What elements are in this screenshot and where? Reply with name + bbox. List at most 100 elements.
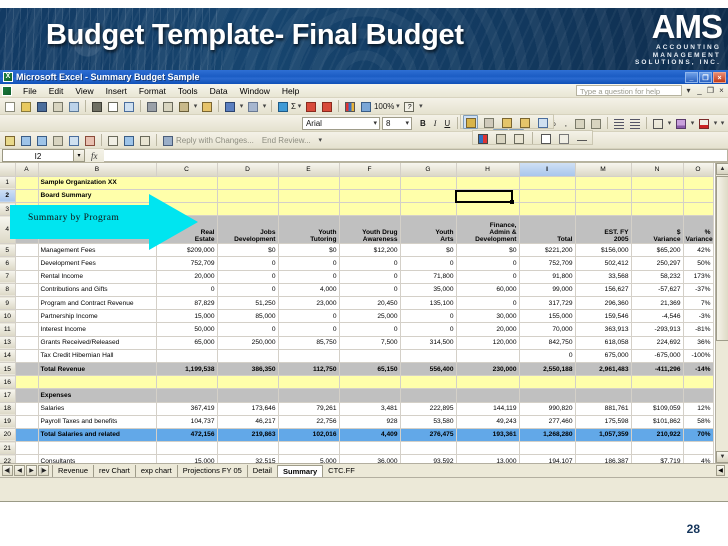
row-header-13[interactable]: 13 <box>0 336 16 350</box>
borders-arrow[interactable]: ▾ <box>666 119 673 127</box>
update-file-icon[interactable] <box>121 133 136 147</box>
previous-sheet-button[interactable]: ◀ <box>14 465 25 476</box>
row-header-7[interactable]: 7 <box>0 270 16 284</box>
chart-wizard-icon[interactable] <box>342 99 357 113</box>
menu-item-edit[interactable]: Edit <box>43 86 70 96</box>
formula-input[interactable] <box>103 149 728 162</box>
underline-button[interactable]: U <box>440 119 454 128</box>
menu-item-format[interactable]: Format <box>133 86 172 96</box>
end-review-label[interactable]: End Review... <box>262 136 311 145</box>
undo-icon[interactable] <box>222 99 237 113</box>
share-workbook-icon[interactable] <box>535 115 550 129</box>
row-header-9[interactable]: 9 <box>0 296 16 311</box>
scrollbar-thumb[interactable] <box>716 176 728 341</box>
allow-users-icon[interactable] <box>499 115 514 129</box>
reply-with-changes-icon[interactable] <box>160 133 175 147</box>
paste-icon[interactable] <box>176 99 191 113</box>
send-to-mail-recipient-icon[interactable] <box>137 133 152 147</box>
reviewing-overflow-icon[interactable]: ▾ <box>317 136 324 144</box>
print-icon[interactable] <box>89 99 104 113</box>
sort-ascending-icon[interactable] <box>303 99 318 113</box>
previous-comment-icon[interactable] <box>18 133 33 147</box>
chart-icon[interactable] <box>475 131 490 145</box>
name-box-arrow[interactable]: ▾ <box>74 149 85 162</box>
zoom-level-value[interactable]: 100% <box>374 102 394 111</box>
row-header-11[interactable]: 11 <box>0 322 16 337</box>
name-box[interactable]: I2 <box>2 149 74 162</box>
column-header-n[interactable]: N <box>631 163 684 177</box>
row-header-5[interactable]: 5 <box>0 243 16 258</box>
menu-item-file[interactable]: File <box>17 86 43 96</box>
comma-style-button[interactable]: , <box>560 119 572 128</box>
select-all-button[interactable] <box>0 163 16 177</box>
increase-indent-icon[interactable] <box>627 116 642 130</box>
doc-minimize-button[interactable]: _ <box>695 86 704 95</box>
column-header-h[interactable]: H <box>456 163 520 177</box>
sheet-tab-summary[interactable]: Summary <box>276 464 323 477</box>
delete-comment-icon[interactable] <box>82 133 97 147</box>
new-icon[interactable] <box>2 99 17 113</box>
help-icon[interactable]: ? <box>401 99 416 113</box>
copy-icon[interactable] <box>160 99 175 113</box>
column-header-g[interactable]: G <box>400 163 457 177</box>
column-header-i[interactable]: I <box>519 163 576 177</box>
redo-arrow[interactable]: ▾ <box>261 102 268 110</box>
cell-i2-selected[interactable] <box>519 189 576 204</box>
track-changes-icon[interactable] <box>105 133 120 147</box>
format-painter-icon[interactable] <box>199 99 214 113</box>
row-header-22[interactable]: 22 <box>0 454 16 463</box>
permission-icon[interactable] <box>66 99 81 113</box>
borders-icon[interactable] <box>650 116 665 130</box>
drawing-icon[interactable] <box>358 99 373 113</box>
column-header-o[interactable]: O <box>683 163 714 177</box>
active-cell-selection[interactable] <box>455 190 514 204</box>
row-header-14[interactable]: 14 <box>0 349 16 363</box>
comment-icon[interactable] <box>511 131 526 145</box>
column-header-a[interactable]: A <box>15 163 39 177</box>
lock-icon[interactable] <box>463 114 478 129</box>
row-header-18[interactable]: 18 <box>0 402 16 416</box>
font-size-select[interactable]: 8 ▾ <box>381 116 412 130</box>
column-header-e[interactable]: E <box>278 163 340 177</box>
formatting-overflow-icon[interactable]: ▾ <box>719 119 726 127</box>
menu-item-window[interactable]: Window <box>234 86 276 96</box>
spelling-icon[interactable] <box>121 99 136 113</box>
row-header-1[interactable]: 1 <box>0 176 16 190</box>
insert-hyperlink-icon[interactable] <box>275 99 290 113</box>
menu-item-insert[interactable]: Insert <box>100 86 133 96</box>
label-control-icon[interactable] <box>556 131 571 145</box>
save-icon[interactable] <box>34 99 49 113</box>
redo-icon[interactable] <box>245 99 260 113</box>
fill-color-arrow[interactable]: ▾ <box>689 119 696 127</box>
row-header-8[interactable]: 8 <box>0 283 16 298</box>
show-ink-icon[interactable] <box>50 133 65 147</box>
sheet-tab-exp-chart[interactable]: exp chart <box>134 464 177 477</box>
show-all-comments-icon[interactable] <box>66 133 81 147</box>
next-comment-icon[interactable] <box>34 133 49 147</box>
print-preview-icon[interactable] <box>105 99 120 113</box>
mail-icon[interactable] <box>50 99 65 113</box>
row-header-21[interactable]: 21 <box>0 441 16 456</box>
checkbox-control-icon[interactable] <box>538 131 553 145</box>
column-header-f[interactable]: F <box>339 163 401 177</box>
doc-close-button[interactable]: × <box>717 86 726 95</box>
sheet-tab-detail[interactable]: Detail <box>246 464 277 477</box>
reply-with-changes-label[interactable]: Reply with Changes... <box>176 136 254 145</box>
font-name-select[interactable]: Arial ▾ <box>301 116 380 130</box>
toolbar-overflow-icon[interactable]: ▾ <box>417 102 424 110</box>
bold-button[interactable]: B <box>416 119 430 128</box>
last-sheet-button[interactable]: |▶ <box>38 465 49 476</box>
row-header-6[interactable]: 6 <box>0 256 16 271</box>
menu-item-view[interactable]: View <box>69 86 99 96</box>
italic-button[interactable]: I <box>430 119 441 128</box>
sort-descending-icon[interactable] <box>319 99 334 113</box>
line-control-icon[interactable] <box>574 131 589 145</box>
hscroll-left-icon[interactable]: ◀ <box>716 465 725 476</box>
protect-sheet-icon[interactable] <box>481 115 496 129</box>
row-header-19[interactable]: 19 <box>0 415 16 429</box>
row-header-20[interactable]: 20 <box>0 428 16 443</box>
undo-arrow[interactable]: ▾ <box>238 102 245 110</box>
new-comment-icon[interactable] <box>2 133 17 147</box>
close-button[interactable]: × <box>713 71 726 83</box>
row-header-10[interactable]: 10 <box>0 309 16 324</box>
